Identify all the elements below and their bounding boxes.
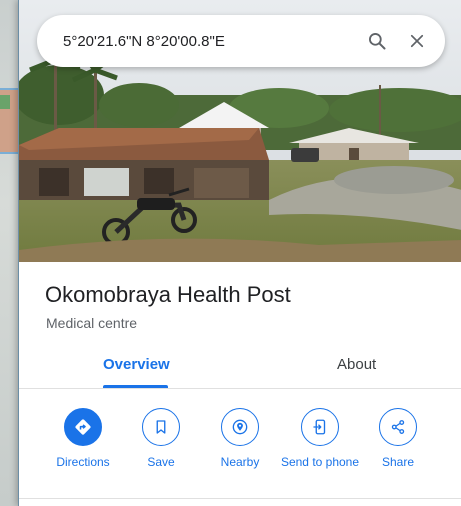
directions-button[interactable]: Directions bbox=[43, 408, 123, 470]
search-icon bbox=[369, 33, 386, 50]
place-title: Okomobraya Health Post bbox=[45, 282, 291, 307]
nearby-icon bbox=[232, 419, 248, 435]
divider bbox=[19, 498, 461, 499]
search-input[interactable] bbox=[63, 32, 357, 50]
place-panel: Okomobraya Health Post Medical centre Ov… bbox=[18, 0, 461, 506]
send-to-phone-button[interactable]: Send to phone bbox=[280, 408, 360, 470]
share-label: Share bbox=[381, 455, 415, 469]
tab-bar: Overview About bbox=[19, 346, 461, 389]
search-bar bbox=[37, 15, 445, 67]
bookmark-icon bbox=[156, 420, 166, 434]
save-button[interactable]: Save bbox=[121, 408, 201, 470]
search-button[interactable] bbox=[357, 21, 397, 61]
share-button[interactable]: Share bbox=[358, 408, 438, 470]
nearby-button[interactable]: Nearby bbox=[200, 408, 280, 470]
nearby-label: Nearby bbox=[220, 455, 260, 469]
action-bar: Directions Save Nearby Send to phone Sha… bbox=[19, 400, 461, 500]
directions-label: Directions bbox=[56, 455, 110, 469]
directions-circle bbox=[64, 408, 102, 446]
close-icon bbox=[410, 34, 424, 48]
save-circle bbox=[142, 408, 180, 446]
map-marker-area bbox=[0, 95, 10, 109]
share-circle bbox=[379, 408, 417, 446]
place-category[interactable]: Medical centre bbox=[46, 315, 137, 331]
tab-about[interactable]: About bbox=[337, 356, 376, 373]
save-label: Save bbox=[147, 455, 175, 469]
send-to-phone-icon bbox=[313, 419, 326, 435]
active-tab-indicator bbox=[103, 385, 168, 388]
nearby-circle bbox=[221, 408, 259, 446]
tab-overview[interactable]: Overview bbox=[103, 356, 170, 373]
send-to-phone-circle bbox=[301, 408, 339, 446]
share-icon bbox=[391, 420, 405, 434]
clear-search-button[interactable] bbox=[397, 21, 437, 61]
send-to-phone-label: Send to phone bbox=[280, 455, 360, 469]
directions-icon bbox=[75, 419, 91, 435]
